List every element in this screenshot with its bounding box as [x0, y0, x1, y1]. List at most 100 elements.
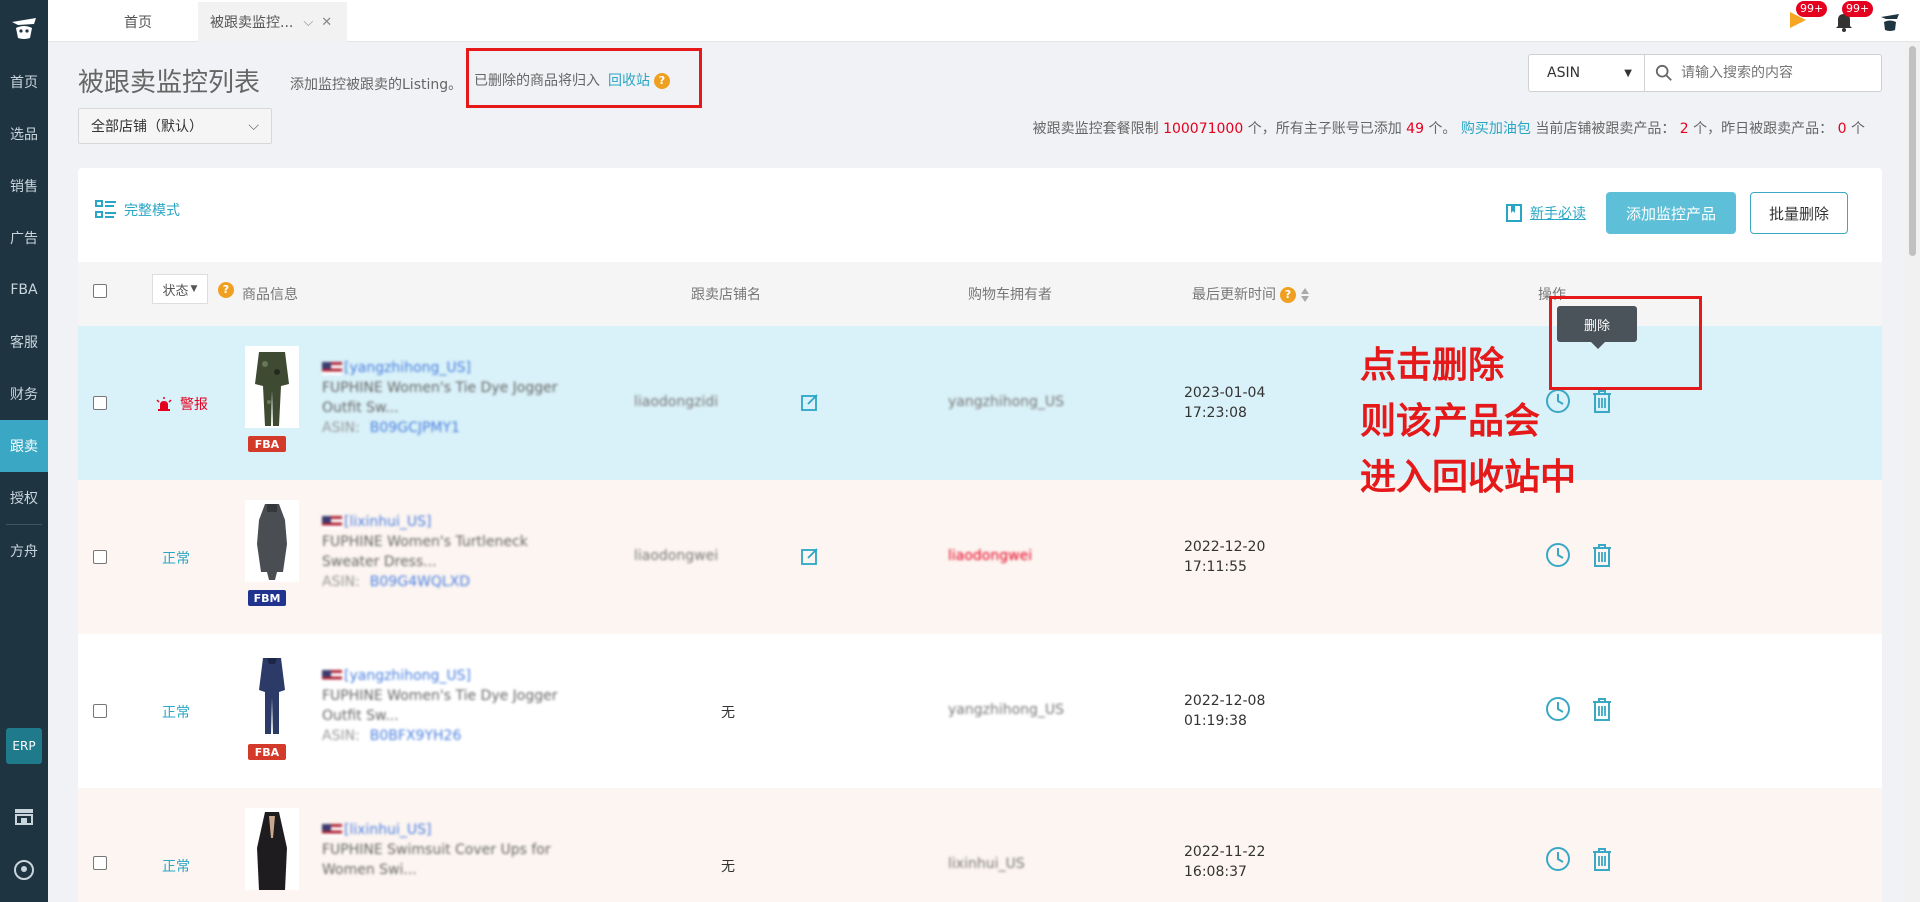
- asin-link[interactable]: B09GCJPMY1: [370, 420, 460, 436]
- tab-label: 被跟卖监控...: [210, 15, 294, 31]
- last-updated: 2022-12-20 17:11:55: [1184, 537, 1265, 577]
- scrollbar[interactable]: [1905, 42, 1920, 902]
- product-title[interactable]: FUPHINE Women's Tie Dye Jogger Outfit Sw…: [322, 378, 572, 418]
- history-icon[interactable]: [1545, 542, 1571, 568]
- last-updated: 2022-12-08 01:19:38: [1184, 691, 1265, 731]
- sidebar-item-finance[interactable]: 财务: [0, 368, 48, 420]
- product-title[interactable]: FUPHINE Women's Tie Dye Jogger Outfit Sw…: [322, 686, 572, 726]
- product-image[interactable]: [245, 500, 299, 582]
- sidebar-item-selection[interactable]: 选品: [0, 108, 48, 160]
- cart-owner: yangzhihong_US: [948, 702, 1065, 718]
- tab-home[interactable]: 首页: [68, 2, 208, 42]
- status-filter-select[interactable]: 状态 ▼: [152, 274, 208, 304]
- store-icon[interactable]: [12, 804, 36, 828]
- last-updated-header[interactable]: 最后更新时间?: [1192, 284, 1310, 304]
- follow-store-name: liaodongzidi: [634, 394, 719, 410]
- product-image[interactable]: [245, 654, 299, 736]
- sidebar-item-ads[interactable]: 广告: [0, 212, 48, 264]
- history-icon[interactable]: [1545, 696, 1571, 722]
- monitor-card: 完整模式 新手必读 添加监控产品 批量删除 状态 ▼ ? 商品信息 跟卖店铺名 购…: [78, 168, 1882, 902]
- product-title[interactable]: FUPHINE Women's Turtleneck Sweater Dress…: [322, 532, 572, 572]
- add-monitor-button[interactable]: 添加监控产品: [1605, 192, 1736, 234]
- account-link[interactable]: [lixinhui_US]: [344, 822, 432, 838]
- account-link[interactable]: [yangzhihong_US]: [344, 668, 471, 684]
- asin-link[interactable]: B09G4WQLXD: [370, 574, 470, 590]
- close-icon[interactable]: ✕: [321, 15, 332, 30]
- asin-label: ASIN:: [322, 728, 360, 744]
- account-link[interactable]: [lixinhui_US]: [344, 514, 432, 530]
- bell-badge: 99+: [1842, 1, 1874, 17]
- search-type-select[interactable]: ASIN ▼: [1529, 55, 1645, 91]
- batch-delete-button[interactable]: 批量删除: [1749, 192, 1848, 234]
- status-normal: 正常: [162, 859, 190, 875]
- asin-link[interactable]: B0BFX9YH26: [370, 728, 462, 744]
- scrollbar-thumb[interactable]: [1909, 46, 1916, 256]
- row-checkbox[interactable]: [93, 856, 107, 870]
- product-image[interactable]: [245, 808, 299, 890]
- bell-notification[interactable]: 99+: [1832, 1, 1874, 33]
- annotation-text: 点击删除 则该产品会 进入回收站中: [1360, 338, 1576, 506]
- sidebar-item-auth[interactable]: 授权: [0, 472, 48, 524]
- full-mode-label: 完整模式: [124, 203, 180, 219]
- product-title[interactable]: FUPHINE Swimsuit Cover Ups for Women Swi…: [322, 840, 572, 880]
- search-input[interactable]: [1681, 65, 1881, 81]
- quota-label-added: 个，所有主子账号已添加: [1247, 121, 1402, 137]
- last-updated-label: 最后更新时间: [1192, 287, 1276, 303]
- current-store-label: 当前店铺被跟卖产品：: [1535, 121, 1676, 137]
- product-image[interactable]: [245, 346, 299, 428]
- row-checkbox[interactable]: [93, 550, 107, 564]
- full-mode-toggle[interactable]: 完整模式: [94, 198, 180, 222]
- us-flag-icon: [322, 823, 342, 837]
- updated-date: 2022-12-20: [1184, 539, 1266, 555]
- cart-owner: yangzhihong_US: [948, 394, 1065, 410]
- sort-icon[interactable]: [1300, 287, 1310, 303]
- status-help-icon[interactable]: ?: [218, 282, 234, 298]
- row-checkbox[interactable]: [93, 704, 107, 718]
- trash-icon[interactable]: [1589, 388, 1615, 414]
- flag-notification[interactable]: 99+: [1786, 1, 1828, 33]
- last-updated: 2022-11-22 16:08:37: [1184, 842, 1265, 882]
- book-icon: [1505, 204, 1522, 222]
- us-flag-icon: [322, 361, 342, 375]
- chevron-down-icon[interactable]: ⌵: [303, 15, 313, 30]
- select-all-checkbox[interactable]: [93, 284, 107, 298]
- trash-icon[interactable]: [1589, 696, 1615, 722]
- avatar[interactable]: [1878, 9, 1902, 33]
- sidebar-item-follow-sell[interactable]: 跟卖: [0, 420, 48, 472]
- chevron-down-icon: ⌵: [248, 118, 259, 134]
- history-icon[interactable]: [1545, 846, 1571, 872]
- follow-store-name: 无: [721, 705, 735, 721]
- store-select[interactable]: 全部店铺（默认） ⌵: [78, 108, 272, 144]
- search-bar: ASIN ▼: [1528, 54, 1882, 92]
- sidebar-item-home[interactable]: 首页: [0, 56, 48, 108]
- row-actions: [1545, 542, 1615, 568]
- newbie-guide-link[interactable]: 新手必读: [1504, 203, 1586, 223]
- product-info: [yangzhihong_US] FUPHINE Women's Tie Dye…: [322, 666, 572, 746]
- page-title: 被跟卖监控列表: [78, 68, 261, 98]
- account-link[interactable]: [yangzhihong_US]: [344, 360, 471, 376]
- cart-owner-header: 购物车拥有者: [968, 287, 1052, 303]
- support-icon[interactable]: [12, 858, 36, 882]
- cart-owner: liaodongwei: [948, 548, 1033, 564]
- updated-help-icon[interactable]: ?: [1280, 287, 1296, 303]
- updated-time: 17:23:08: [1184, 405, 1247, 421]
- updated-time: 16:08:37: [1184, 864, 1247, 880]
- sidebar-item-ark[interactable]: 方舟: [0, 525, 48, 577]
- fulfillment-badge: FBA: [248, 436, 286, 452]
- buy-addon-link[interactable]: 购买加油包: [1461, 121, 1531, 137]
- row-checkbox[interactable]: [93, 396, 107, 410]
- table-row: 正常 [lixinhui_US] FUPHINE Swimsuit Cover …: [78, 788, 1882, 902]
- search-icon[interactable]: [1655, 64, 1673, 82]
- trash-icon[interactable]: [1589, 846, 1615, 872]
- sidebar-item-service[interactable]: 客服: [0, 316, 48, 368]
- logo[interactable]: [0, 0, 48, 56]
- list-mode-icon: [95, 200, 116, 218]
- edit-icon[interactable]: [800, 392, 820, 412]
- store-header: 跟卖店铺名: [691, 287, 761, 303]
- erp-button[interactable]: ERP: [6, 728, 42, 764]
- edit-icon[interactable]: [800, 546, 820, 566]
- trash-icon[interactable]: [1589, 542, 1615, 568]
- sidebar-item-fba[interactable]: FBA: [0, 264, 48, 316]
- sidebar-item-sales[interactable]: 销售: [0, 160, 48, 212]
- tab-follow-sell-monitor[interactable]: 被跟卖监控... ⌵ ✕: [198, 2, 347, 42]
